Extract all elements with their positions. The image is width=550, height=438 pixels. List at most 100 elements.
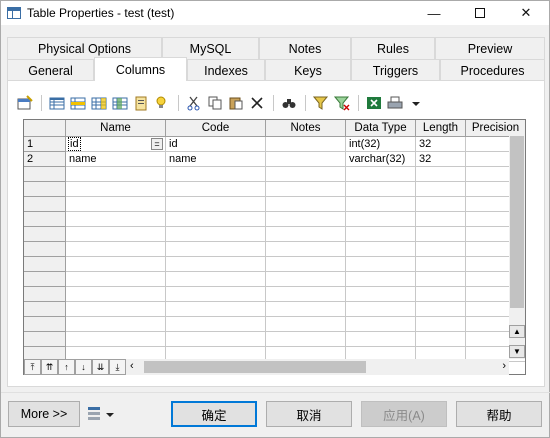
grid-cell-notes[interactable]	[266, 212, 346, 227]
dropdown-arrow-icon[interactable]	[406, 93, 426, 113]
equals-button[interactable]: =	[151, 138, 163, 150]
grid-cell-datatype[interactable]	[346, 197, 416, 212]
move-top-icon[interactable]: ⤒	[24, 359, 41, 375]
grid-cell-length[interactable]	[416, 317, 466, 332]
grid-cell-code[interactable]	[166, 227, 266, 242]
page-down-icon[interactable]: ⇊	[92, 359, 109, 375]
grid-cell-datatype[interactable]	[346, 242, 416, 257]
grid-corner[interactable]	[24, 120, 66, 137]
cancel-button[interactable]: 取消	[266, 401, 352, 427]
row-header[interactable]	[24, 212, 66, 227]
grid-cell-code[interactable]	[166, 242, 266, 257]
move-bottom-icon[interactable]: ⤓	[109, 359, 126, 375]
grid-cell-code[interactable]	[166, 197, 266, 212]
scroll-right-icon[interactable]: ›	[502, 360, 506, 372]
grid-cell-name[interactable]	[66, 272, 166, 287]
row-header[interactable]	[24, 182, 66, 197]
grid-cell-datatype[interactable]	[346, 317, 416, 332]
grid-cell-name[interactable]	[66, 332, 166, 347]
excel-export-icon[interactable]	[364, 93, 384, 113]
grid-cell-name[interactable]	[66, 212, 166, 227]
grid-cell-name[interactable]	[66, 317, 166, 332]
minimize-button[interactable]: —	[411, 1, 457, 25]
grid-cell-datatype[interactable]	[346, 167, 416, 182]
grid-cell-datatype[interactable]	[346, 257, 416, 272]
lightbulb-icon[interactable]	[152, 93, 172, 113]
row-header[interactable]	[24, 242, 66, 257]
grid-cell-code[interactable]: id	[166, 137, 266, 152]
properties-icon[interactable]	[15, 93, 35, 113]
grid-cell-notes[interactable]	[266, 302, 346, 317]
column-header[interactable]: Precision	[466, 120, 525, 137]
tab-preview[interactable]: Preview	[435, 37, 545, 59]
grid-cell-code[interactable]	[166, 167, 266, 182]
name-cell-text[interactable]: id	[68, 137, 81, 151]
horizontal-scroll-thumb[interactable]	[144, 361, 366, 373]
row-header[interactable]: 1	[24, 137, 66, 152]
tab-columns[interactable]: Columns	[94, 57, 187, 81]
apply-button[interactable]: 应用(A)	[361, 401, 447, 427]
grid-cell-datatype[interactable]	[346, 272, 416, 287]
help-button[interactable]: 帮助	[456, 401, 542, 427]
grid-cell-length[interactable]	[416, 197, 466, 212]
tab-physical-options[interactable]: Physical Options	[7, 37, 162, 59]
grid-cell-name[interactable]: name	[66, 152, 166, 167]
grid-cell-name[interactable]	[66, 182, 166, 197]
row-header[interactable]	[24, 302, 66, 317]
column-header[interactable]: Length	[416, 120, 466, 137]
tab-keys[interactable]: Keys	[265, 59, 351, 81]
scroll-left-icon[interactable]: ‹	[130, 360, 134, 372]
paste-column-icon[interactable]	[131, 93, 151, 113]
row-header[interactable]	[24, 167, 66, 182]
ok-button[interactable]: 确定	[171, 401, 257, 427]
column-header[interactable]: Code	[166, 120, 266, 137]
add-column-icon[interactable]	[89, 93, 109, 113]
tab-mysql[interactable]: MySQL	[162, 37, 259, 59]
grid-cell-notes[interactable]	[266, 332, 346, 347]
grid-cell-length[interactable]	[416, 332, 466, 347]
tab-procedures[interactable]: Procedures	[440, 59, 545, 81]
grid-cell-length[interactable]	[416, 227, 466, 242]
grid-cell-datatype[interactable]	[346, 332, 416, 347]
grid-cell-length[interactable]	[416, 272, 466, 287]
grid-cell-name[interactable]	[66, 227, 166, 242]
grid-cell-length[interactable]	[416, 167, 466, 182]
row-header[interactable]	[24, 227, 66, 242]
grid-cell-notes[interactable]	[266, 182, 346, 197]
grid-cell-code[interactable]	[166, 272, 266, 287]
tab-indexes[interactable]: Indexes	[187, 59, 265, 81]
print-icon[interactable]	[385, 93, 405, 113]
grid-cell-length[interactable]	[416, 302, 466, 317]
grid-cell-datatype[interactable]: int(32)	[346, 137, 416, 152]
grid-cell-length[interactable]	[416, 287, 466, 302]
move-down-icon[interactable]: ↓	[75, 359, 92, 375]
page-up-icon[interactable]: ⇈	[41, 359, 58, 375]
grid-cell-datatype[interactable]	[346, 287, 416, 302]
horizontal-scrollbar[interactable]: ‹ ›	[128, 359, 509, 375]
grid-cell-code[interactable]	[166, 287, 266, 302]
grid-cell-code[interactable]	[166, 317, 266, 332]
close-button[interactable]: ✕	[503, 1, 549, 25]
grid-cell-code[interactable]	[166, 257, 266, 272]
grid-cell-name[interactable]	[66, 302, 166, 317]
copy-icon[interactable]	[205, 93, 225, 113]
move-up-icon[interactable]: ↑	[58, 359, 75, 375]
grid-cell-notes[interactable]	[266, 167, 346, 182]
more-button[interactable]: More >>	[8, 401, 80, 427]
grid-cell-notes[interactable]	[266, 287, 346, 302]
grid-cell-length[interactable]: 32	[416, 137, 466, 152]
grid-cell-datatype[interactable]	[346, 227, 416, 242]
grid-cell-name[interactable]	[66, 257, 166, 272]
cut-icon[interactable]	[184, 93, 204, 113]
tab-notes[interactable]: Notes	[259, 37, 351, 59]
row-header[interactable]	[24, 332, 66, 347]
grid-cell-notes[interactable]	[266, 242, 346, 257]
vertical-scroll-thumb[interactable]	[510, 136, 524, 308]
grid-cell-code[interactable]	[166, 182, 266, 197]
maximize-button[interactable]	[457, 1, 503, 25]
grid-cell-name[interactable]	[66, 197, 166, 212]
grid-cell-notes[interactable]	[266, 317, 346, 332]
layout-menu-button[interactable]	[87, 405, 121, 423]
row-header[interactable]	[24, 257, 66, 272]
add-row-icon[interactable]	[47, 93, 67, 113]
